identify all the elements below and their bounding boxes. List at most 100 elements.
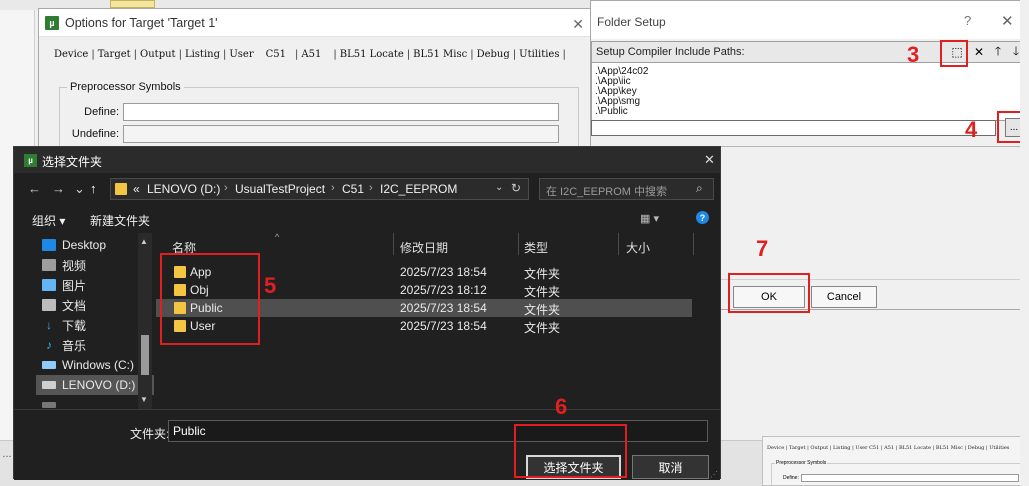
annotation-box-5 [160, 253, 260, 345]
bottom-ellipsis[interactable]: ... [0, 448, 14, 462]
preprocessor-group-label: Preprocessor Symbols [67, 81, 184, 93]
breadcrumb-project[interactable]: UsualTestProject [235, 182, 325, 196]
chevron-down-icon[interactable]: ⌄ [495, 182, 503, 193]
annotation-box-6 [514, 424, 627, 478]
back-arrow-icon[interactable]: ← [28, 181, 41, 196]
options-thumbnail: Device | Target | Output | Listing | Use… [762, 436, 1024, 486]
refresh-icon[interactable]: ↻ [511, 181, 521, 195]
organize-button[interactable]: 组织 ▾ [32, 212, 65, 229]
search-placeholder: 在 I2C_EEPROM 中搜索 [546, 186, 668, 198]
column-divider[interactable] [518, 233, 519, 255]
tab-device[interactable]: Device [51, 49, 91, 60]
column-size[interactable]: 大小 [626, 239, 650, 256]
chooser-title: 选择文件夹 [42, 155, 103, 169]
annotation-number-7: 7 [756, 236, 769, 261]
column-divider[interactable] [393, 233, 394, 255]
cancel-button[interactable]: Cancel [811, 286, 877, 308]
resize-grip-icon[interactable]: ⋰ [710, 470, 718, 479]
right-edge [1020, 0, 1029, 486]
documents-icon [42, 299, 56, 311]
tab-a51[interactable]: A51 [298, 49, 333, 60]
define-input[interactable] [123, 103, 559, 121]
search-icon[interactable]: ⌕ [696, 181, 703, 196]
navigation-pane: Desktop 视频 图片 文档 ↓ 下载 ♪ 音乐 Windows (C:) LE… [36, 233, 154, 409]
chooser-cancel-button[interactable]: 取消 [632, 455, 709, 479]
music-icon: ♪ [46, 338, 52, 352]
tab-bl51-locate[interactable]: BL51 Locate [337, 49, 407, 60]
undefine-input[interactable] [123, 125, 559, 143]
nav-item-documents[interactable]: 文档 [36, 295, 154, 315]
screen: ... µ Options for Target 'Target 1' ✕ De… [0, 0, 1029, 486]
chooser-titlebar: µ 选择文件夹 ✕ [14, 147, 720, 173]
tab-target[interactable]: Target [95, 49, 134, 60]
scroll-down-icon[interactable]: ▼ [140, 395, 148, 404]
nav-scrollbar[interactable]: ▲ ▼ [138, 233, 152, 409]
nav-item-desktop[interactable]: Desktop [36, 235, 154, 255]
drive-d-icon [42, 381, 56, 389]
folder-setup-close-icon[interactable]: ✕ [1001, 12, 1014, 30]
address-bar[interactable]: « LENOVO (D:) › UsualTestProject › C51 ›… [110, 178, 529, 200]
tab-output[interactable]: Output [137, 49, 179, 60]
annotation-number-5: 5 [264, 273, 277, 298]
nav-item-pictures[interactable]: 图片 [36, 275, 154, 295]
ide-toolbar-button[interactable] [110, 0, 155, 8]
column-type[interactable]: 类型 [524, 239, 548, 256]
nav-item-more[interactable] [36, 395, 154, 409]
folder-name-input[interactable]: Public [168, 420, 708, 442]
path-edit-input[interactable] [591, 120, 996, 136]
view-options-icon[interactable]: ▦ ▾ [640, 212, 659, 225]
breadcrumb-sep: › [331, 182, 335, 194]
thumbnail-define-label: Define: [783, 475, 799, 481]
annotation-box-7 [728, 273, 810, 313]
options-close-icon[interactable]: ✕ [572, 16, 584, 33]
move-up-icon[interactable]: 🡑 [990, 44, 1006, 60]
options-title: Options for Target 'Target 1' [65, 15, 218, 30]
column-divider[interactable] [693, 233, 694, 255]
column-date[interactable]: 修改日期 [400, 239, 448, 256]
tab-bl51-misc[interactable]: BL51 Misc [410, 49, 470, 60]
breadcrumb-overflow[interactable]: « [133, 182, 140, 196]
tab-listing[interactable]: Listing [182, 49, 223, 60]
tab-user[interactable]: User [226, 49, 256, 60]
folder-label: 文件夹: [130, 427, 170, 441]
sort-ascending-icon: ^ [275, 232, 280, 242]
pictures-icon [42, 279, 56, 291]
breadcrumb-eeprom[interactable]: I2C_EEPROM [380, 182, 457, 196]
breadcrumb-c51[interactable]: C51 [342, 182, 364, 196]
chooser-close-icon[interactable]: ✕ [704, 152, 715, 168]
define-label: Define: [84, 106, 119, 118]
delete-path-icon[interactable]: ✕ [971, 44, 987, 60]
drive-icon [42, 402, 56, 408]
list-item[interactable]: .\Public [595, 107, 628, 117]
download-icon: ↓ [46, 318, 52, 332]
nav-item-videos[interactable]: 视频 [36, 255, 154, 275]
tab-c51[interactable]: C51 [257, 49, 295, 60]
scroll-thumb[interactable] [141, 335, 149, 375]
help-icon[interactable]: ? [696, 211, 709, 224]
include-paths-label: Setup Compiler Include Paths: [596, 46, 745, 58]
folder-setup-titlebar: Folder Setup ? ✕ [591, 1, 1028, 39]
tab-debug[interactable]: Debug [474, 49, 513, 60]
nav-item-music[interactable]: ♪ 音乐 [36, 335, 154, 355]
forward-arrow-icon[interactable]: → [52, 181, 65, 196]
help-icon[interactable]: ? [964, 13, 971, 28]
nav-item-downloads[interactable]: ↓ 下载 [36, 315, 154, 335]
breadcrumb-sep: › [369, 182, 373, 194]
tab-utilities[interactable]: Utilities [516, 49, 562, 60]
options-window: µ Options for Target 'Target 1' ✕ Device… [38, 8, 593, 158]
chevron-down-icon[interactable]: ⌄ [74, 181, 85, 197]
search-box[interactable]: 在 I2C_EEPROM 中搜索 ⌕ [539, 178, 714, 200]
video-icon [42, 259, 56, 271]
up-arrow-icon[interactable]: ↑ [90, 181, 97, 196]
nav-item-drive-d[interactable]: LENOVO (D:) [36, 375, 154, 395]
column-divider[interactable] [618, 233, 619, 255]
options-titlebar: µ Options for Target 'Target 1' ✕ [39, 9, 592, 37]
scroll-up-icon[interactable]: ▲ [140, 237, 148, 246]
keil-app-icon: µ [24, 154, 37, 167]
include-paths-list: .\App\24c02 .\App\iic .\App\key .\App\sm… [591, 63, 1028, 121]
nav-item-drive-c[interactable]: Windows (C:) [36, 355, 154, 375]
breadcrumb-drive[interactable]: LENOVO (D:) [147, 182, 220, 196]
thumbnail-tabs: Device | Target | Output | Listing | Use… [767, 445, 1010, 451]
new-folder-button[interactable]: 新建文件夹 [90, 212, 150, 229]
folder-setup-title: Folder Setup [597, 15, 666, 29]
